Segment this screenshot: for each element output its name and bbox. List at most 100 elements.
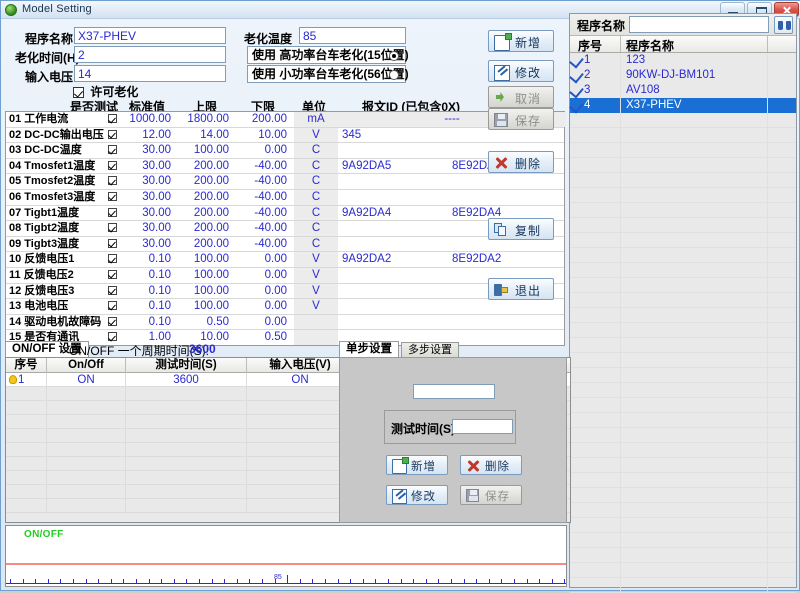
cell-msgid-2[interactable]: 8E92DA2: [448, 252, 566, 267]
table-row[interactable]: 02 DC-DC输出电压 12.00 14.00 10.00 V 345: [6, 127, 564, 144]
cell-lower[interactable]: -40.00: [236, 190, 294, 205]
list-item-empty[interactable]: [570, 563, 796, 578]
cell-test-checkbox[interactable]: [104, 315, 120, 330]
list-item-empty[interactable]: [570, 353, 796, 368]
cell-standard[interactable]: 30.00: [120, 221, 178, 236]
parameter-grid[interactable]: 01 工作电流 1000.00 1800.00 200.00 mA ---- 02 DC-D…: [5, 111, 566, 346]
cell-test-checkbox[interactable]: [104, 299, 120, 314]
table-row[interactable]: 11 反馈电压2 0.10 100.00 0.00 V: [6, 267, 564, 284]
cell-upper[interactable]: 200.00: [178, 221, 236, 236]
cell-unit[interactable]: C: [294, 236, 338, 252]
cell-upper[interactable]: 1800.00: [178, 112, 236, 127]
list-item-empty[interactable]: [570, 188, 796, 203]
cell-upper[interactable]: 100.00: [178, 284, 236, 299]
list-item-empty[interactable]: [570, 158, 796, 173]
cell-msgid-1[interactable]: [338, 143, 448, 158]
table-row[interactable]: 07 Tigbt1温度 30.00 200.00 -40.00 C 9A92DA4 8E92…: [6, 205, 564, 222]
table-row[interactable]: 06 Tmosfet3温度 30.00 200.00 -40.00 C: [6, 189, 566, 206]
cell-lower[interactable]: 0.00: [236, 299, 294, 314]
cell-unit[interactable]: V: [294, 252, 338, 267]
list-item-empty[interactable]: [570, 293, 796, 308]
radio-low-power[interactable]: 使用 小功率台车老化(56位置): [247, 65, 409, 83]
list-item[interactable]: 1 123: [569, 53, 796, 69]
list-item-empty[interactable]: [570, 323, 796, 338]
list-item-empty[interactable]: [570, 458, 796, 473]
cell-test-checkbox[interactable]: [104, 284, 120, 299]
table-row[interactable]: 12 反馈电压3 0.10 100.00 0.00 V: [6, 283, 564, 300]
cell-unit[interactable]: C: [294, 221, 338, 236]
search-button[interactable]: [774, 16, 793, 34]
cell-lower[interactable]: 0.00: [236, 252, 294, 267]
cancel-button[interactable]: 取消: [488, 86, 554, 108]
list-item-empty[interactable]: [570, 368, 796, 383]
list-item-empty[interactable]: [570, 518, 796, 533]
add-button[interactable]: 新增: [488, 30, 554, 52]
list-item-empty[interactable]: [570, 548, 796, 563]
table-row[interactable]: 10 反馈电压1 0.10 100.00 0.00 V 9A92DA2 8E92DA2: [6, 252, 564, 268]
cell-lower[interactable]: 0.00: [236, 143, 294, 158]
cell-msgid-2[interactable]: [448, 315, 566, 330]
cell-standard[interactable]: 0.10: [120, 299, 178, 314]
cell-lower[interactable]: 0.00: [236, 315, 294, 330]
cell-msgid-2[interactable]: [448, 174, 566, 189]
cell-test-checkbox[interactable]: [104, 112, 120, 127]
cell-standard[interactable]: 30.00: [120, 206, 178, 221]
cell-msgid-1[interactable]: 9A92DA2: [338, 252, 448, 267]
list-item-empty[interactable]: [570, 143, 796, 158]
list-item-empty[interactable]: [570, 503, 796, 518]
cell-unit[interactable]: C: [294, 143, 338, 158]
search-input[interactable]: [629, 16, 769, 33]
table-row[interactable]: 05 Tmosfet2温度 30.00 200.00 -40.00 C: [6, 174, 564, 190]
table-row[interactable]: 01 工作电流 1000.00 1800.00 200.00 mA ----: [6, 112, 566, 128]
cell-standard[interactable]: 0.10: [120, 284, 178, 299]
copy-button[interactable]: 复制: [488, 218, 554, 240]
cell-msgid-1[interactable]: [338, 190, 448, 205]
cell-standard[interactable]: 0.10: [120, 315, 178, 330]
cell-unit[interactable]: V: [294, 283, 338, 299]
cell-unit[interactable]: [294, 314, 338, 330]
list-item-empty[interactable]: [570, 263, 796, 278]
cell-unit[interactable]: C: [294, 189, 338, 205]
list-item-empty[interactable]: [570, 218, 796, 233]
table-row[interactable]: 14 驱动电机故障码 0.10 0.50 0.00: [6, 314, 566, 331]
cell-upper[interactable]: 100.00: [178, 143, 236, 158]
cell-lower[interactable]: 10.00: [236, 128, 294, 143]
table-row[interactable]: 09 Tigbt3温度 30.00 200.00 -40.00 C: [6, 236, 564, 253]
radio-high-power[interactable]: 使用 高功率台车老化(15位置): [247, 46, 409, 64]
step-test-time-input[interactable]: [452, 419, 513, 434]
aging-time-input[interactable]: 2: [74, 46, 226, 63]
cell-lower[interactable]: -40.00: [236, 206, 294, 221]
cell-unit[interactable]: V: [294, 267, 338, 283]
onoff-cell-onoff[interactable]: ON: [47, 373, 125, 387]
cell-lower[interactable]: 0.00: [236, 284, 294, 299]
list-item[interactable]: 4 X37-PHEV: [569, 98, 796, 114]
delete-button[interactable]: 删除: [488, 151, 554, 173]
list-item-empty[interactable]: [570, 533, 796, 548]
cell-unit[interactable]: V: [294, 299, 338, 314]
modify-button[interactable]: 修改: [488, 60, 554, 82]
cell-unit[interactable]: C: [294, 158, 338, 174]
cell-upper[interactable]: 200.00: [178, 159, 236, 174]
program-name-input[interactable]: X37-PHEV: [74, 27, 226, 44]
cell-upper[interactable]: 0.50: [178, 315, 236, 330]
cell-standard[interactable]: 12.00: [120, 128, 178, 143]
list-item-empty[interactable]: [570, 203, 796, 218]
cell-test-checkbox[interactable]: [104, 174, 120, 189]
cell-msgid-1[interactable]: [338, 221, 448, 236]
cell-msgid-1[interactable]: 9A92DA5: [338, 159, 448, 174]
cell-unit[interactable]: C: [294, 205, 338, 221]
cell-msgid-1[interactable]: [338, 315, 448, 330]
list-item-empty[interactable]: [570, 443, 796, 458]
cell-msgid-2[interactable]: [448, 190, 566, 205]
list-item-empty[interactable]: [570, 338, 796, 353]
step-add-button[interactable]: 新增: [386, 455, 448, 475]
cell-standard[interactable]: 1000.00: [120, 112, 178, 127]
list-item-empty[interactable]: [570, 398, 796, 413]
list-item-empty[interactable]: [570, 128, 796, 143]
aging-temp-input[interactable]: 85: [299, 27, 406, 44]
onoff-cell-input-voltage[interactable]: ON: [247, 373, 353, 387]
cell-standard[interactable]: 30.00: [120, 174, 178, 189]
cell-msgid-1[interactable]: [338, 174, 448, 189]
cell-msgid-1[interactable]: [338, 284, 448, 299]
list-item-empty[interactable]: [570, 488, 796, 503]
